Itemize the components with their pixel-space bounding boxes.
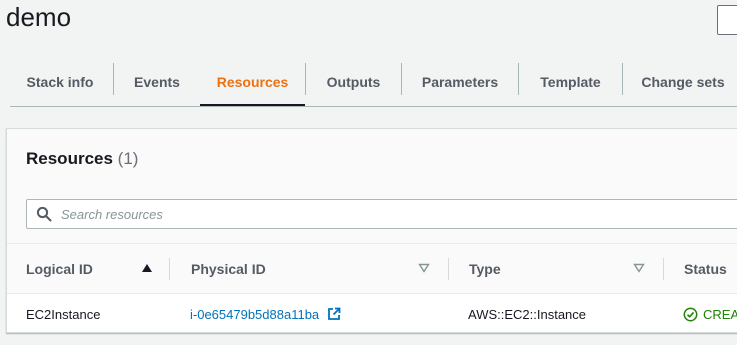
column-header-physical-id[interactable]: Physical ID xyxy=(191,244,431,293)
resource-count: (1) xyxy=(117,149,139,168)
table-row: EC2Instance i-0e65479b5d88a11ba AWS::EC2… xyxy=(7,294,737,334)
tabs-divider xyxy=(10,106,737,107)
tab-outputs[interactable]: Outputs xyxy=(306,57,401,106)
column-label: Type xyxy=(469,260,501,277)
tab-change-sets[interactable]: Change sets xyxy=(623,57,737,106)
panel-title-text: Resources xyxy=(26,149,113,168)
tab-parameters[interactable]: Parameters xyxy=(402,57,518,106)
panel-title: Resources (1) xyxy=(26,149,138,169)
column-header-status[interactable]: Status xyxy=(684,244,737,293)
cell-status: CREA xyxy=(683,294,737,334)
panel-header: Resources (1) xyxy=(7,129,737,244)
search-icon xyxy=(36,206,52,222)
search-box[interactable] xyxy=(26,199,737,229)
sort-descending-icon[interactable] xyxy=(418,263,430,273)
tab-events[interactable]: Events xyxy=(114,57,200,106)
status-text: CREA xyxy=(703,306,737,322)
column-separator xyxy=(448,258,449,280)
cell-type: AWS::EC2::Instance xyxy=(468,306,587,322)
column-label: Physical ID xyxy=(191,260,266,277)
cell-physical-id: i-0e65479b5d88a11ba xyxy=(190,294,341,334)
sort-descending-icon[interactable] xyxy=(633,263,645,273)
table-header: Logical ID Physical ID Type Status xyxy=(7,244,737,294)
column-separator xyxy=(169,258,170,280)
search-input[interactable] xyxy=(61,200,661,228)
tab-bar: Stack info Events Resources Outputs Para… xyxy=(0,57,737,107)
tab-resources[interactable]: Resources xyxy=(200,57,305,106)
sort-ascending-icon[interactable] xyxy=(141,263,153,273)
page-title: demo xyxy=(6,2,72,32)
column-label: Status xyxy=(684,260,727,277)
column-separator xyxy=(663,258,664,280)
resources-panel: Resources (1) Logical ID Physical ID Typ… xyxy=(6,128,737,333)
cell-logical-id: EC2Instance xyxy=(26,306,101,322)
header-action-button[interactable] xyxy=(717,5,737,35)
physical-id-link[interactable]: i-0e65479b5d88a11ba xyxy=(190,307,319,322)
column-header-type[interactable]: Type xyxy=(469,244,649,293)
external-link-icon[interactable] xyxy=(327,307,341,321)
tab-stack-info[interactable]: Stack info xyxy=(10,57,110,106)
column-label: Logical ID xyxy=(26,260,93,277)
check-circle-icon xyxy=(683,307,698,321)
tab-template[interactable]: Template xyxy=(519,57,622,106)
